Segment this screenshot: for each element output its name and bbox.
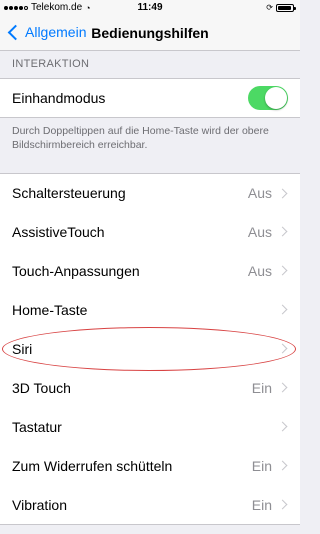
settings-row-value: Ein <box>251 457 272 474</box>
chevron-right-icon <box>277 382 288 393</box>
settings-row-value: Aus <box>247 262 272 279</box>
navigation-bar: Allgemein Bedienungshilfen <box>0 16 300 51</box>
chevron-right-icon <box>277 226 288 237</box>
einhandmodus-toggle[interactable] <box>248 86 288 110</box>
toggle-knob <box>265 87 287 109</box>
battery-icon <box>276 3 296 12</box>
settings-row[interactable]: 3D Touch Ein <box>0 368 300 407</box>
battery-level <box>278 5 291 10</box>
settings-row-label: Schaltersteuerung <box>12 185 126 201</box>
settings-row-label: Home-Taste <box>12 301 88 318</box>
settings-row-label: Tastatur <box>12 418 62 435</box>
settings-row[interactable]: Zum Widerrufen schütteln Ein <box>0 446 300 485</box>
status-bar: Telekom.de ◔ 11:49 ⟳ <box>0 0 300 16</box>
einhandmodus-label: Einhandmodus <box>12 90 106 106</box>
einhandmodus-row: Einhandmodus <box>0 78 300 118</box>
section-footer: Durch Doppeltippen auf die Home-Taste wi… <box>12 125 269 151</box>
page-title: Bedienungshilfen <box>91 25 209 41</box>
settings-row-value: Aus <box>247 185 272 201</box>
settings-row-label: Zum Widerrufen schütteln <box>12 457 173 474</box>
settings-row-value: Ein <box>251 496 272 513</box>
rotation-lock-icon: ⟳ <box>266 3 273 12</box>
status-icons: ⟳ <box>266 3 296 12</box>
section-header: INTERAKTION <box>12 58 90 70</box>
settings-row-value: Aus <box>247 223 272 240</box>
settings-row[interactable]: Vibration Ein <box>0 485 300 524</box>
settings-row-label: Touch-Anpassungen <box>12 262 140 279</box>
settings-row-label: 3D Touch <box>12 379 71 396</box>
settings-row[interactable]: Home-Taste <box>0 290 300 329</box>
chevron-right-icon <box>277 343 288 354</box>
settings-row-value: Ein <box>251 379 272 396</box>
chevron-right-icon <box>277 304 288 315</box>
settings-row[interactable]: Siri <box>0 329 300 368</box>
chevron-right-icon <box>277 499 288 510</box>
row-divider <box>0 523 300 524</box>
settings-row-label: Vibration <box>12 496 68 513</box>
chevron-right-icon <box>277 265 288 276</box>
settings-row[interactable]: Tastatur <box>0 407 300 446</box>
chevron-right-icon <box>277 460 288 471</box>
settings-row[interactable]: AssistiveTouch Aus <box>0 212 300 251</box>
settings-row-label: AssistiveTouch <box>12 223 105 240</box>
chevron-right-icon <box>277 188 288 198</box>
clock: 11:49 <box>137 2 163 13</box>
settings-row[interactable]: Schaltersteuerung Aus <box>0 173 300 212</box>
settings-row[interactable]: Touch-Anpassungen Aus <box>0 251 300 290</box>
chevron-right-icon <box>277 421 288 432</box>
settings-row-label: Siri <box>12 340 33 357</box>
